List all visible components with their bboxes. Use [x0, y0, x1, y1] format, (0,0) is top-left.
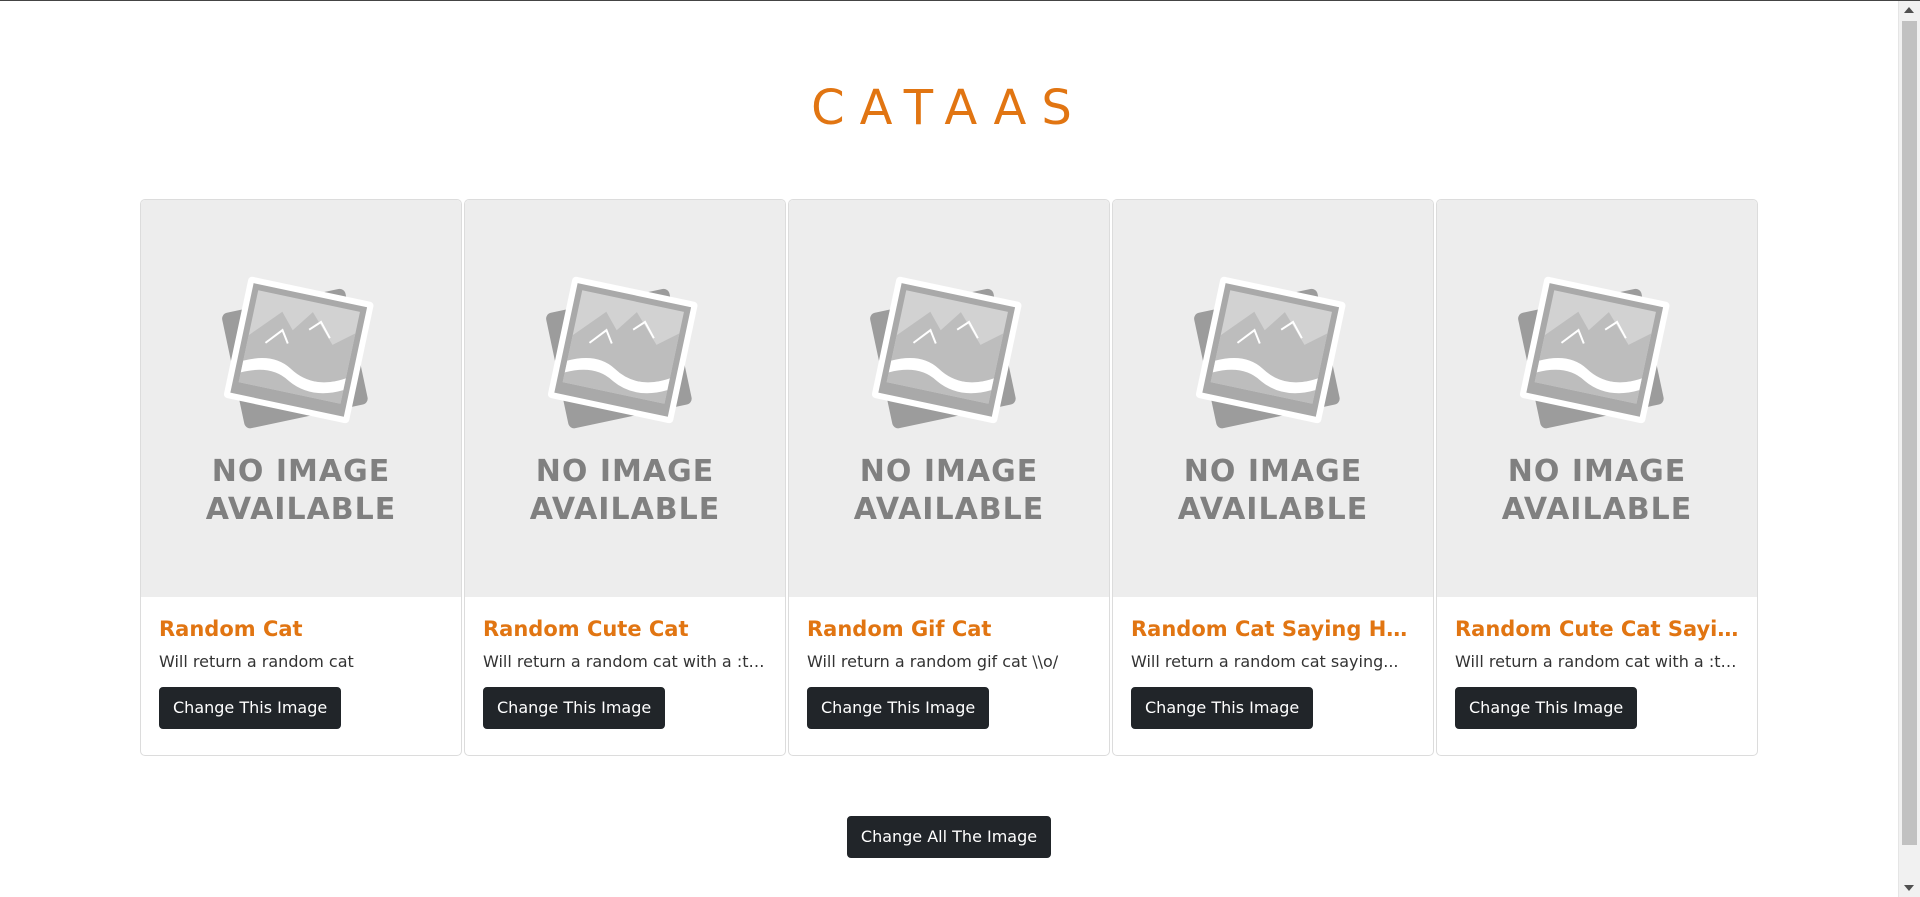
scrollbar-thumb[interactable]	[1902, 21, 1917, 845]
change-image-button[interactable]: Change This Image	[1455, 687, 1638, 729]
card-body: Random Cat Will return a random cat Chan…	[141, 597, 461, 729]
no-image-line2: AVAILABLE	[853, 492, 1045, 527]
card-body: Random Cute Cat Will return a random cat…	[465, 597, 785, 729]
card-title: Random Cute Cat Saying...	[1455, 617, 1739, 641]
cat-card-1: NO IMAGE AVAILABLE Random Cat Will retur…	[140, 199, 462, 756]
card-body: Random Cute Cat Saying... Will return a …	[1437, 597, 1757, 729]
card-description: Will return a random cat saying...	[1131, 652, 1399, 671]
card-list: NO IMAGE AVAILABLE Random Cat Will retur…	[140, 199, 1758, 756]
no-image-placeholder-icon	[222, 276, 374, 429]
change-image-button[interactable]: Change This Image	[159, 687, 342, 729]
browser-viewport: CATAAS NO IMAGE AVAILABLE Random Cat Wil…	[0, 0, 1920, 897]
card-image: NO IMAGE AVAILABLE	[1113, 200, 1433, 597]
card-title: Random Cat	[159, 617, 303, 641]
card-image: NO IMAGE AVAILABLE	[465, 200, 785, 597]
card-description: Will return a random cat	[159, 652, 354, 671]
card-image: NO IMAGE AVAILABLE	[1437, 200, 1757, 597]
page: CATAAS NO IMAGE AVAILABLE Random Cat Wil…	[0, 1, 1898, 897]
card-body: Random Cat Saying Hello Will return a ra…	[1113, 597, 1433, 729]
change-all-images-button[interactable]: Change All The Image	[846, 816, 1052, 858]
no-image-line1: NO IMAGE	[1183, 454, 1363, 489]
no-image-text: NO IMAGE AVAILABLE	[1113, 453, 1433, 529]
no-image-line2: AVAILABLE	[529, 492, 721, 527]
card-description: Will return a random cat with a :ta...	[1455, 652, 1739, 671]
vertical-scrollbar[interactable]	[1898, 1, 1920, 897]
no-image-text: NO IMAGE AVAILABLE	[141, 453, 461, 529]
no-image-line1: NO IMAGE	[211, 454, 391, 489]
change-image-button[interactable]: Change This Image	[807, 687, 990, 729]
card-title: Random Cat Saying Hello	[1131, 617, 1415, 641]
change-image-button[interactable]: Change This Image	[483, 687, 666, 729]
card-title: Random Cute Cat	[483, 617, 689, 641]
no-image-line1: NO IMAGE	[1507, 454, 1687, 489]
no-image-placeholder-icon	[1518, 276, 1670, 429]
card-title: Random Gif Cat	[807, 617, 992, 641]
card-description: Will return a random cat with a :tag	[483, 652, 767, 671]
no-image-line2: AVAILABLE	[205, 492, 397, 527]
card-image: NO IMAGE AVAILABLE	[141, 200, 461, 597]
no-image-line2: AVAILABLE	[1501, 492, 1693, 527]
cat-card-4: NO IMAGE AVAILABLE Random Cat Saying Hel…	[1112, 199, 1434, 756]
no-image-placeholder-icon	[1194, 276, 1346, 429]
cat-card-2: NO IMAGE AVAILABLE Random Cute Cat Will …	[464, 199, 786, 756]
cat-card-5: NO IMAGE AVAILABLE Random Cute Cat Sayin…	[1436, 199, 1758, 756]
no-image-placeholder-icon	[546, 276, 698, 429]
card-description: Will return a random gif cat \\o/	[807, 652, 1059, 671]
no-image-text: NO IMAGE AVAILABLE	[1437, 453, 1757, 529]
no-image-placeholder-icon	[870, 276, 1022, 429]
cat-card-3: NO IMAGE AVAILABLE Random Gif Cat Will r…	[788, 199, 1110, 756]
scroll-down-arrow-icon[interactable]	[1904, 885, 1914, 891]
no-image-line1: NO IMAGE	[535, 454, 715, 489]
scroll-up-arrow-icon[interactable]	[1904, 7, 1914, 13]
change-image-button[interactable]: Change This Image	[1131, 687, 1314, 729]
change-all-container: Change All The Image	[0, 816, 1898, 858]
site-title: CATAAS	[811, 80, 1087, 136]
card-image: NO IMAGE AVAILABLE	[789, 200, 1109, 597]
no-image-line1: NO IMAGE	[859, 454, 1039, 489]
no-image-text: NO IMAGE AVAILABLE	[465, 453, 785, 529]
no-image-line2: AVAILABLE	[1177, 492, 1369, 527]
no-image-text: NO IMAGE AVAILABLE	[789, 453, 1109, 529]
card-body: Random Gif Cat Will return a random gif …	[789, 597, 1109, 729]
